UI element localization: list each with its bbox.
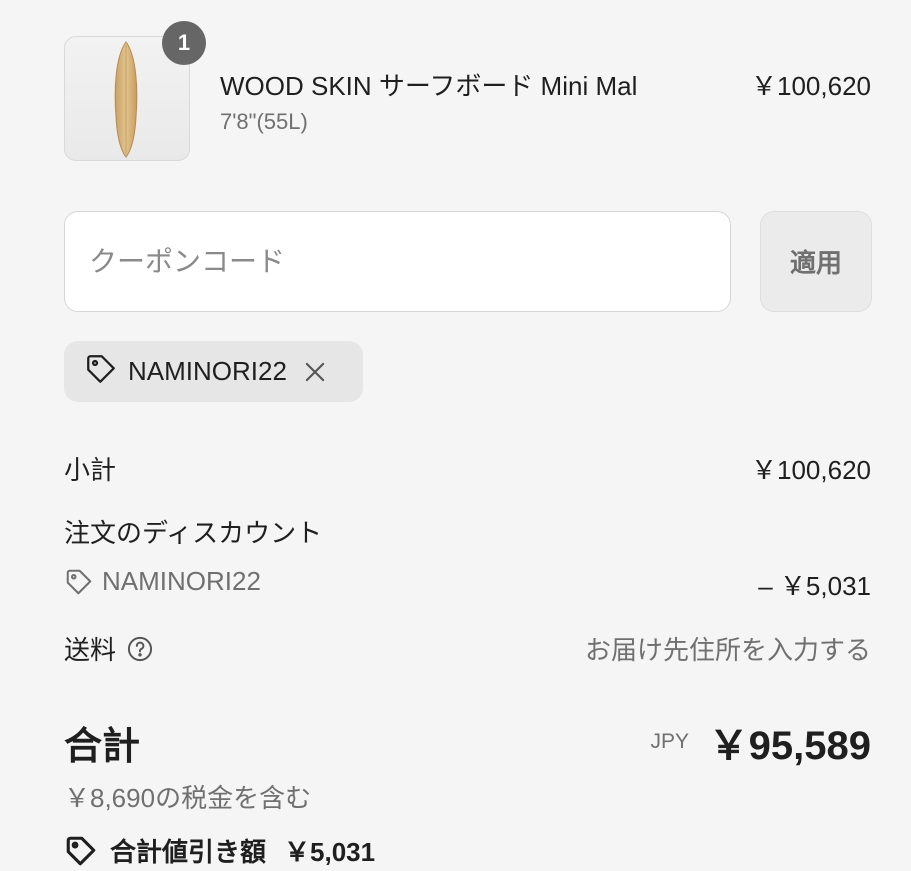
tag-icon (64, 567, 94, 597)
total-savings-row: 合計値引き額 ￥5,031 (64, 832, 375, 869)
discount-value: – ￥5,031 (758, 571, 871, 601)
tag-icon (64, 834, 98, 868)
total-label: 合計 (64, 726, 141, 768)
order-discount-label: 注文のディスカウント (64, 518, 323, 548)
discount-code-text: NAMINORI22 (102, 566, 261, 596)
total-value: ￥95,589 (708, 724, 871, 768)
apply-coupon-button[interactable]: 適用 (760, 211, 872, 312)
product-title: WOOD SKIN サーフボード Mini Mal (220, 71, 638, 101)
quantity-badge: 1 (162, 21, 206, 65)
applied-discount-code: NAMINORI22 (128, 356, 287, 386)
shipping-label: 送料 (64, 635, 117, 665)
product-variant: 7'8"(55L) (220, 109, 308, 134)
coupon-code-input[interactable] (64, 211, 731, 312)
discount-code-row: NAMINORI22 (64, 566, 261, 597)
close-icon[interactable] (301, 358, 329, 386)
total-savings-label: 合計値引き額 (110, 837, 267, 867)
help-circle-icon[interactable] (126, 635, 154, 663)
subtotal-label: 小計 (64, 455, 117, 485)
currency-code: JPY (650, 730, 689, 753)
shipping-row: 送料 (64, 630, 154, 667)
tax-note: ￥8,690の税金を含む (64, 783, 312, 813)
applied-discount-chip: NAMINORI22 (64, 341, 363, 402)
tag-icon (84, 352, 118, 391)
product-price: ￥100,620 (751, 71, 871, 101)
total-savings-value: ￥5,031 (284, 837, 376, 867)
subtotal-value: ￥100,620 (751, 455, 871, 485)
shipping-value: お届け先住所を入力する (584, 635, 871, 665)
